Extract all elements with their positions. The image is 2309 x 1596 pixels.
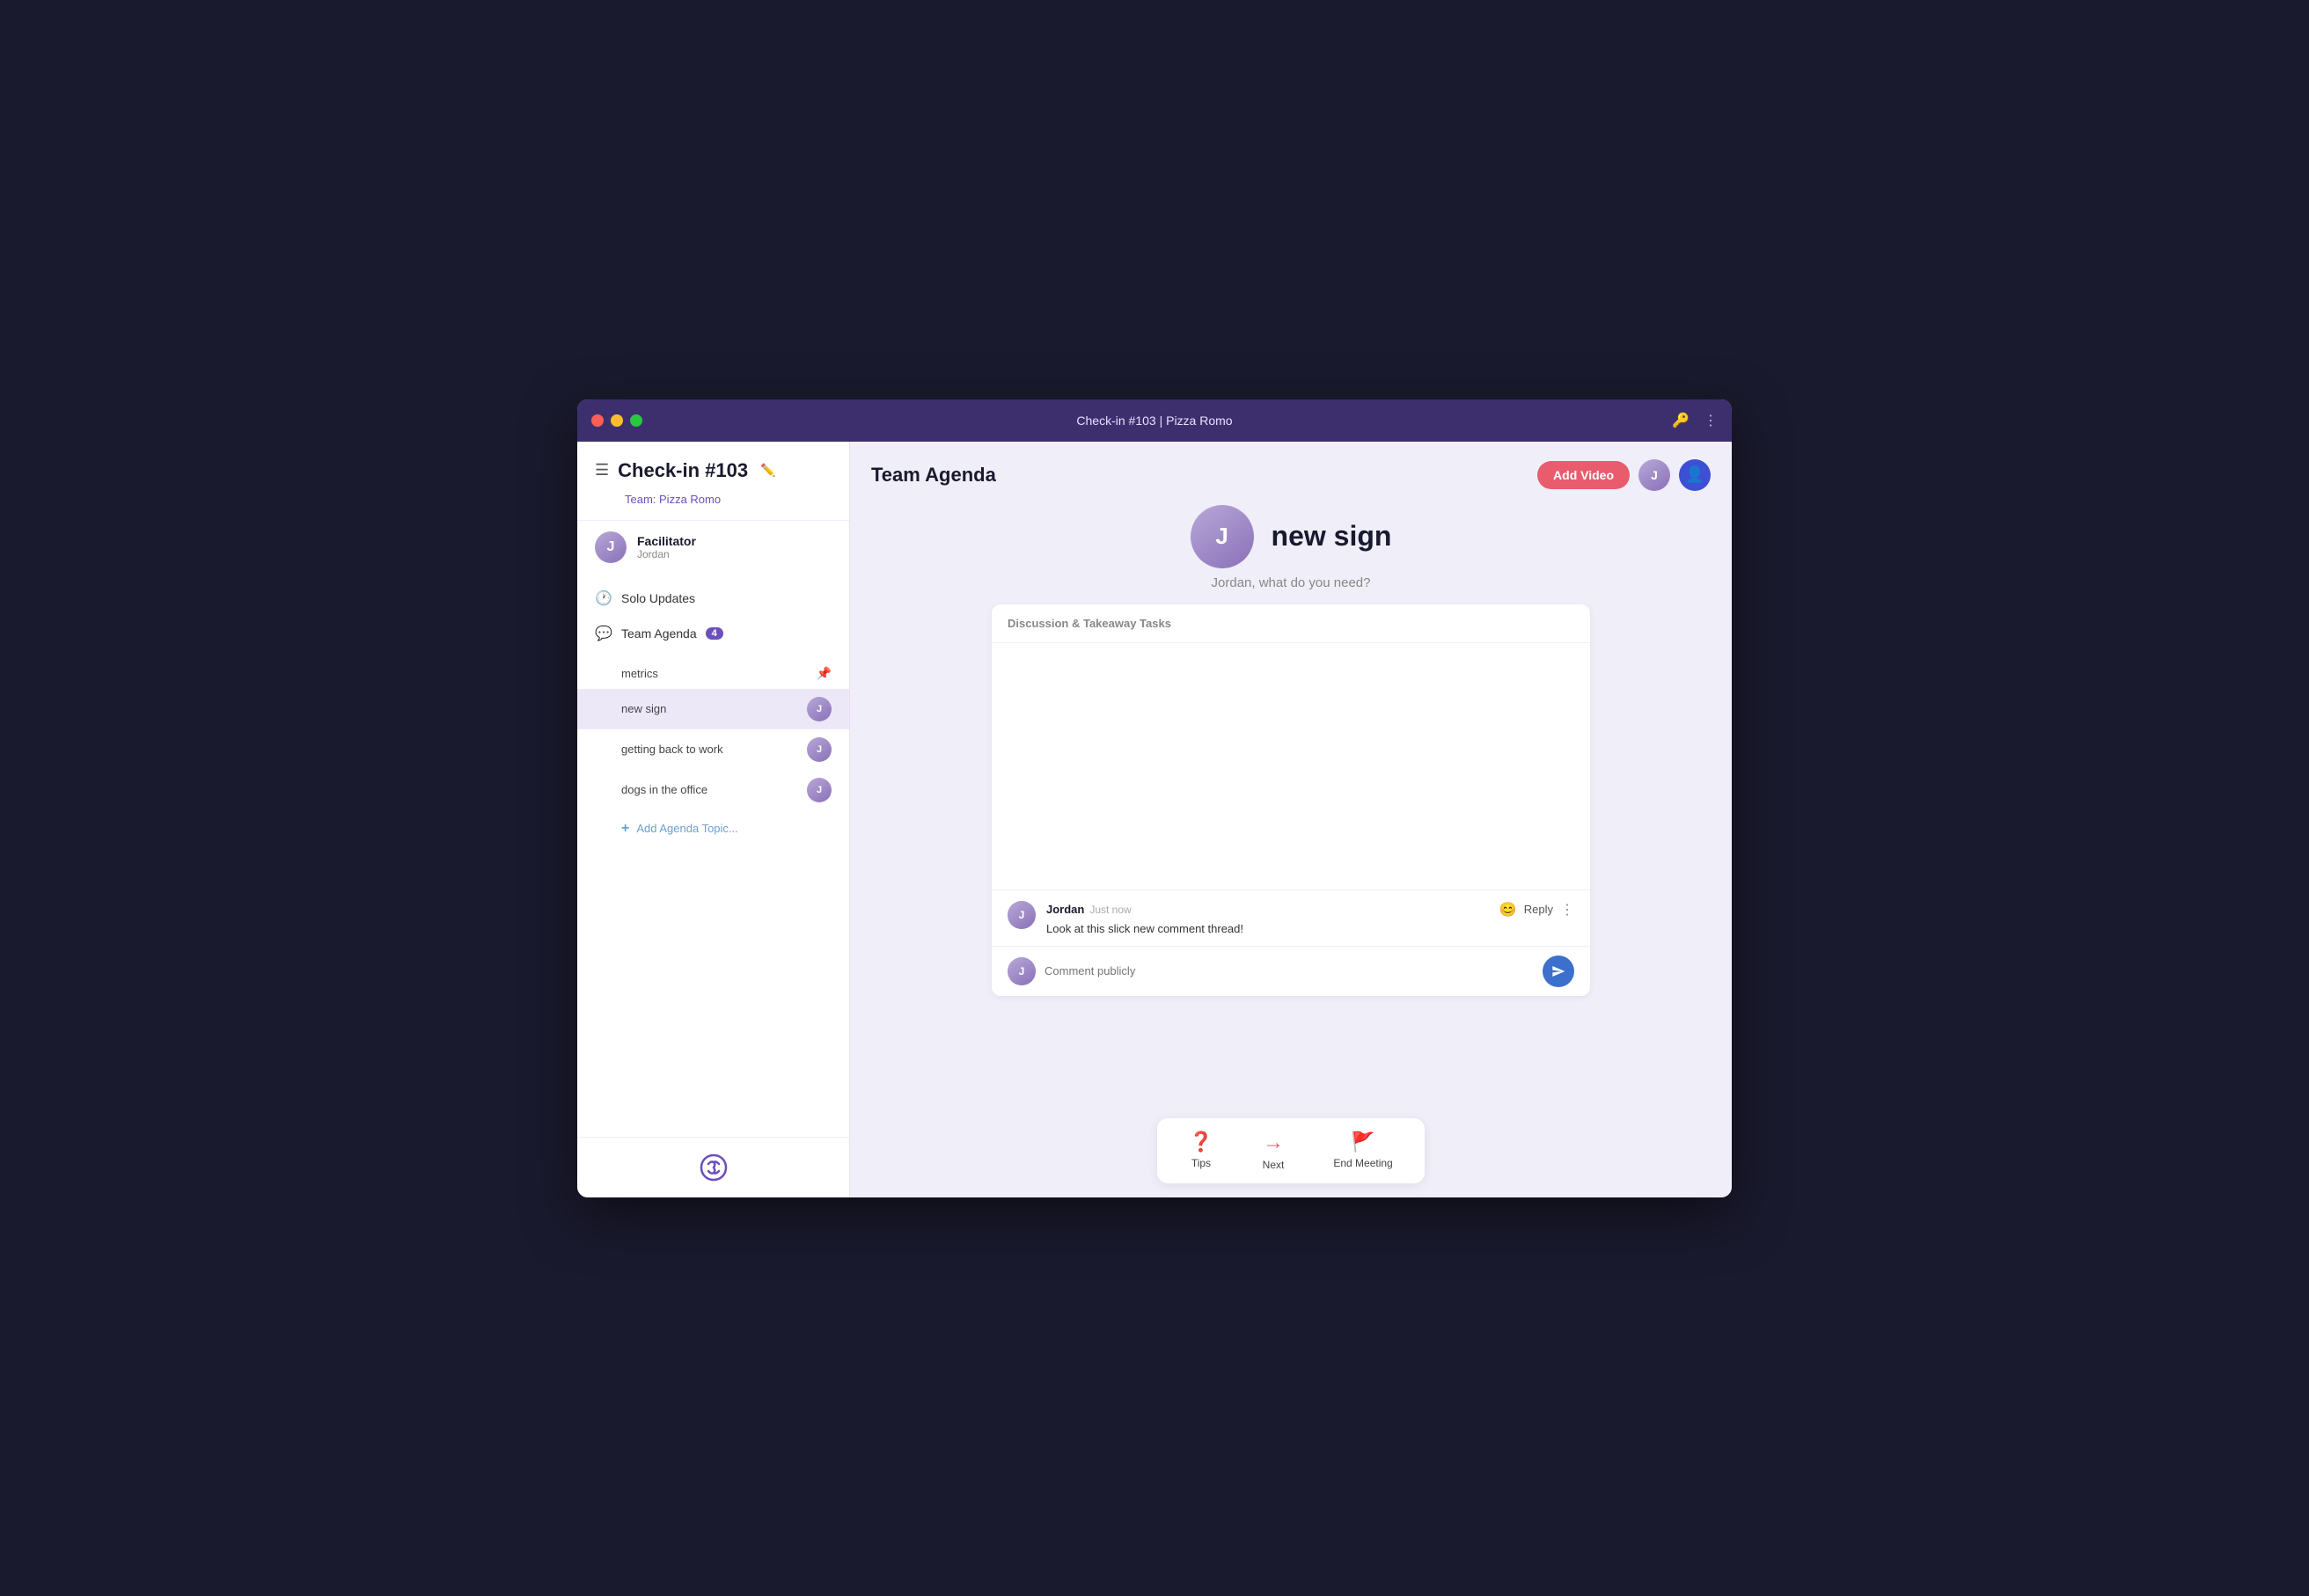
comment-actions: 😊 Reply ⋮ [1499,901,1574,919]
facilitator-label: Facilitator [637,534,696,548]
user-avatar-header[interactable]: J [1638,459,1670,491]
agenda-item-avatar: J [807,697,832,721]
discussion-header: Discussion & Takeaway Tasks [992,604,1590,643]
end-meeting-button[interactable]: 🚩 End Meeting [1323,1127,1403,1175]
comment-section: J Jordan Just now 😊 Reply ⋮ [992,890,1590,946]
discussion-card: Discussion & Takeaway Tasks J Jordan Jus… [992,604,1590,996]
clock-icon: 🕐 [595,589,612,607]
add-agenda-topic-label: Add Agenda Topic... [636,822,737,835]
facilitator-avatar: J [595,531,627,563]
agenda-item-metrics[interactable]: metrics 📌 [577,658,849,689]
add-agenda-topic-button[interactable]: + Add Agenda Topic... [577,810,849,847]
comment-time: Just now [1089,904,1131,916]
agenda-item-avatar: J [807,737,832,762]
team-agenda-label: Team Agenda [621,626,697,641]
comment-author: Jordan [1046,903,1084,916]
comment-more-icon[interactable]: ⋮ [1560,901,1574,919]
next-label: Next [1263,1159,1285,1171]
main-content: Team Agenda Add Video J 👤 J new sign Jor… [850,442,1732,1197]
window-controls [591,414,642,427]
comment-author-avatar: J [1008,901,1036,929]
comment-input-row: J [992,946,1590,996]
agenda-item-new-sign[interactable]: new sign J [577,689,849,729]
content-header: Team Agenda Add Video J 👤 [850,442,1732,505]
next-button[interactable]: → Next [1252,1127,1295,1175]
romo-logo [698,1152,729,1183]
agenda-item-label: metrics [621,667,817,680]
chat-icon: 💬 [595,625,612,642]
pin-icon: 📌 [817,666,832,681]
agenda-item-avatar: J [807,778,832,802]
titlebar: Check-in #103 | Pizza Romo 🔑 ⋮ [577,399,1732,442]
meeting-title: Check-in #103 [618,459,748,482]
agenda-item-label: dogs in the office [621,783,807,796]
close-button[interactable] [591,414,604,427]
bottom-actions: ❓ Tips → Next 🚩 End Meeting [1157,1118,1424,1183]
sidebar-item-team-agenda[interactable]: 💬 Team Agenda 4 [577,616,849,651]
comment-meta: Jordan Just now 😊 Reply ⋮ [1046,901,1574,919]
comment-item: J Jordan Just now 😊 Reply ⋮ [1008,901,1574,935]
reply-button[interactable]: Reply [1524,903,1553,916]
nav-section: 🕐 Solo Updates 💬 Team Agenda 4 [577,574,849,658]
agenda-item-label: getting back to work [621,743,807,756]
topic-presenter-avatar: J [1191,505,1254,568]
facilitator-name: Jordan [637,548,696,560]
flag-icon: 🚩 [1351,1131,1374,1153]
agenda-item-getting-back-to-work[interactable]: getting back to work J [577,729,849,770]
agenda-item-dogs-in-the-office[interactable]: dogs in the office J [577,770,849,810]
page-title: Team Agenda [871,464,996,487]
current-user-avatar: J [1008,957,1036,985]
add-video-button[interactable]: Add Video [1537,461,1630,489]
comment-content: Jordan Just now 😊 Reply ⋮ Look at this s… [1046,901,1574,935]
team-agenda-badge: 4 [706,627,723,640]
topic-title: new sign [1272,520,1392,553]
key-icon[interactable]: 🔑 [1672,412,1690,429]
tips-label: Tips [1191,1157,1211,1169]
team-name: Team: Pizza Romo [577,493,849,520]
agenda-items: metrics 📌 new sign J getting back to wor… [577,658,849,810]
next-arrow-icon: → [1263,1131,1284,1155]
solo-updates-label: Solo Updates [621,591,695,605]
sidebar-header: ☰ Check-in #103 ✏️ [577,442,849,493]
facilitator-info: Facilitator Jordan [637,534,696,560]
comment-input[interactable] [1045,964,1534,977]
send-comment-button[interactable] [1543,955,1574,987]
agenda-content: J new sign Jordan, what do you need? Dis… [850,505,1732,1109]
header-actions: Add Video J 👤 [1537,459,1711,491]
window-title: Check-in #103 | Pizza Romo [1076,414,1232,428]
comment-text: Look at this slick new comment thread! [1046,922,1574,935]
sidebar: ☰ Check-in #103 ✏️ Team: Pizza Romo J Fa… [577,442,850,1197]
question-icon: ❓ [1189,1131,1213,1153]
tips-button[interactable]: ❓ Tips [1178,1127,1223,1175]
sidebar-footer [577,1137,849,1197]
titlebar-actions: 🔑 ⋮ [1672,412,1718,429]
emoji-reaction-button[interactable]: 😊 [1499,901,1517,919]
facilitator-section: J Facilitator Jordan [577,520,849,574]
end-meeting-label: End Meeting [1333,1157,1392,1169]
team-avatar-header[interactable]: 👤 [1679,459,1711,491]
minimize-button[interactable] [611,414,623,427]
more-options-icon[interactable]: ⋮ [1704,412,1718,429]
edit-icon[interactable]: ✏️ [760,463,775,478]
sidebar-item-solo-updates[interactable]: 🕐 Solo Updates [577,581,849,616]
agenda-item-label: new sign [621,702,807,715]
hamburger-icon[interactable]: ☰ [595,461,609,480]
discussion-body[interactable] [992,643,1590,890]
bottom-bar: ❓ Tips → Next 🚩 End Meeting [850,1109,1732,1197]
plus-icon: + [621,821,629,837]
topic-subtitle: Jordan, what do you need? [1212,575,1371,590]
maximize-button[interactable] [630,414,642,427]
topic-header: J new sign [1191,505,1392,568]
